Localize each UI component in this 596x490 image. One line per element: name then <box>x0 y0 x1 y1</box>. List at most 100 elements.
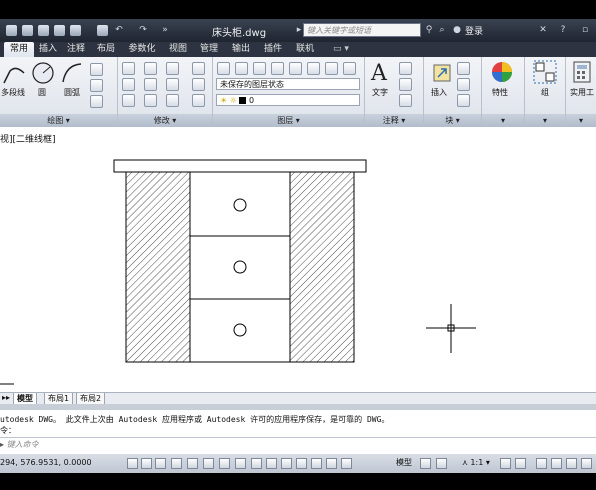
coordinates-readout[interactable]: 294, 576.9531, 0.0000 <box>0 458 92 467</box>
grid-icon[interactable] <box>155 458 166 469</box>
layer-unisolate-icon[interactable] <box>343 62 356 75</box>
lock-icon[interactable] <box>551 458 562 469</box>
login-button[interactable]: 登录 <box>465 24 483 37</box>
copy-icon[interactable] <box>122 78 135 91</box>
move-icon[interactable] <box>122 62 135 75</box>
tab-parametric[interactable]: 参数化 <box>124 42 160 57</box>
selection-cycling-icon[interactable] <box>326 458 337 469</box>
command-input[interactable]: ▸ 键入命令 <box>0 437 596 452</box>
layers-panel-title[interactable]: 图层 ▾ <box>213 114 364 127</box>
ortho-icon[interactable] <box>171 458 182 469</box>
tab-nav-arrows[interactable]: ▸▸ <box>2 393 10 402</box>
nightstand-drawing[interactable] <box>0 127 596 392</box>
tab-online[interactable]: 联机 <box>292 42 318 57</box>
polar-icon[interactable] <box>187 458 198 469</box>
binoculars-icon[interactable]: ⚲ <box>424 25 434 35</box>
more-icon[interactable]: » <box>160 25 170 35</box>
open-icon[interactable] <box>22 25 33 36</box>
tab-layout[interactable]: 布局 <box>94 42 118 57</box>
search-icon[interactable]: ⌕ <box>437 25 447 35</box>
calculator-icon[interactable] <box>571 60 593 84</box>
tab-annotate[interactable]: 注释 <box>64 42 88 57</box>
quick-view-drawings-icon[interactable] <box>436 458 447 469</box>
scale-icon[interactable] <box>144 94 157 107</box>
erase-icon[interactable] <box>192 62 205 75</box>
array-icon[interactable] <box>166 94 179 107</box>
ducs-icon[interactable] <box>251 458 262 469</box>
fillet-icon[interactable] <box>166 78 179 91</box>
user-icon[interactable]: ● <box>452 25 462 35</box>
tab-insert[interactable]: 插入 <box>36 42 60 57</box>
block-attribute-icon[interactable] <box>457 94 470 107</box>
exchange-icon[interactable]: ✕ <box>538 25 548 35</box>
lineweight-icon[interactable] <box>281 458 292 469</box>
layer-off-icon[interactable] <box>235 62 248 75</box>
tab-manage[interactable]: 管理 <box>196 42 222 57</box>
osnap-icon[interactable] <box>203 458 214 469</box>
groups-panel-title[interactable]: ▾ <box>525 114 565 127</box>
quick-properties-icon[interactable] <box>311 458 322 469</box>
quick-view-layouts-icon[interactable] <box>420 458 431 469</box>
block-panel-title[interactable]: 块 ▾ <box>424 114 481 127</box>
layer-freeze-icon[interactable] <box>271 62 284 75</box>
3d-osnap-icon[interactable] <box>219 458 230 469</box>
insert-block-icon[interactable] <box>430 61 454 85</box>
offset-icon[interactable] <box>192 94 205 107</box>
model-space-button[interactable]: 模型 <box>396 457 412 468</box>
properties-icon[interactable] <box>490 60 514 84</box>
clean-screen-icon[interactable] <box>581 458 592 469</box>
ellipse-icon[interactable] <box>90 79 103 92</box>
circle-icon[interactable] <box>30 60 56 86</box>
arc-icon[interactable] <box>60 61 84 85</box>
stretch-icon[interactable] <box>122 94 135 107</box>
layer-properties-icon[interactable] <box>217 62 230 75</box>
new-icon[interactable] <box>6 25 17 36</box>
save-icon[interactable] <box>38 25 49 36</box>
otrack-icon[interactable] <box>235 458 246 469</box>
mirror-icon[interactable] <box>144 78 157 91</box>
help-icon[interactable]: ? <box>558 25 568 35</box>
layer-lock-icon[interactable] <box>289 62 302 75</box>
infer-constraints-icon[interactable] <box>127 458 138 469</box>
edit-block-icon[interactable] <box>457 78 470 91</box>
auto-scale-icon[interactable] <box>515 458 526 469</box>
print-icon[interactable] <box>97 25 108 36</box>
modify-panel-title[interactable]: 修改 ▾ <box>118 114 212 127</box>
layer-match-icon[interactable] <box>307 62 320 75</box>
ribbon-minimize-icon[interactable]: ▭ ▾ <box>330 42 352 57</box>
workspace-gear-icon[interactable] <box>536 458 547 469</box>
group-icon[interactable] <box>533 60 557 84</box>
tab-output[interactable]: 输出 <box>228 42 254 57</box>
annotation-panel-title[interactable]: 注释 ▾ <box>365 114 423 127</box>
undo-icon[interactable]: ↶ <box>114 25 124 35</box>
rotate-icon[interactable] <box>144 62 157 75</box>
properties-panel-title[interactable]: ▾ <box>482 114 524 127</box>
layer-isolate-icon[interactable] <box>253 62 266 75</box>
transparency-icon[interactable] <box>296 458 307 469</box>
hardware-acceleration-icon[interactable] <box>566 458 577 469</box>
create-block-icon[interactable] <box>457 62 470 75</box>
layer-previous-icon[interactable] <box>325 62 338 75</box>
dyn-icon[interactable] <box>266 458 277 469</box>
save-as-icon[interactable] <box>54 25 65 36</box>
leader-icon[interactable] <box>399 78 412 91</box>
current-layer-dropdown[interactable]: ☀ ☼ 0 <box>216 94 360 106</box>
text-icon[interactable]: A <box>371 61 387 86</box>
redo-icon[interactable]: ↷ <box>138 25 148 35</box>
snap-icon[interactable] <box>141 458 152 469</box>
window-control-icon[interactable]: ▫ <box>580 25 590 35</box>
hatch-icon[interactable] <box>90 95 103 108</box>
table-icon[interactable] <box>399 94 412 107</box>
tab-home[interactable]: 常用 <box>4 42 34 57</box>
annotation-monitor-icon[interactable] <box>341 458 352 469</box>
draw-panel-title[interactable]: 绘图 ▾ <box>0 114 117 127</box>
explode-icon[interactable] <box>192 78 205 91</box>
polyline-icon[interactable] <box>2 63 26 87</box>
tab-plugins[interactable]: 插件 <box>260 42 286 57</box>
annotation-scale[interactable]: ⋏ 1:1 ▾ <box>462 458 490 467</box>
annotation-visibility-icon[interactable] <box>500 458 511 469</box>
quick-access-icon[interactable] <box>70 25 81 36</box>
dimension-icon[interactable] <box>399 62 412 75</box>
utilities-panel-title[interactable]: ▾ <box>566 114 596 127</box>
trim-icon[interactable] <box>166 62 179 75</box>
